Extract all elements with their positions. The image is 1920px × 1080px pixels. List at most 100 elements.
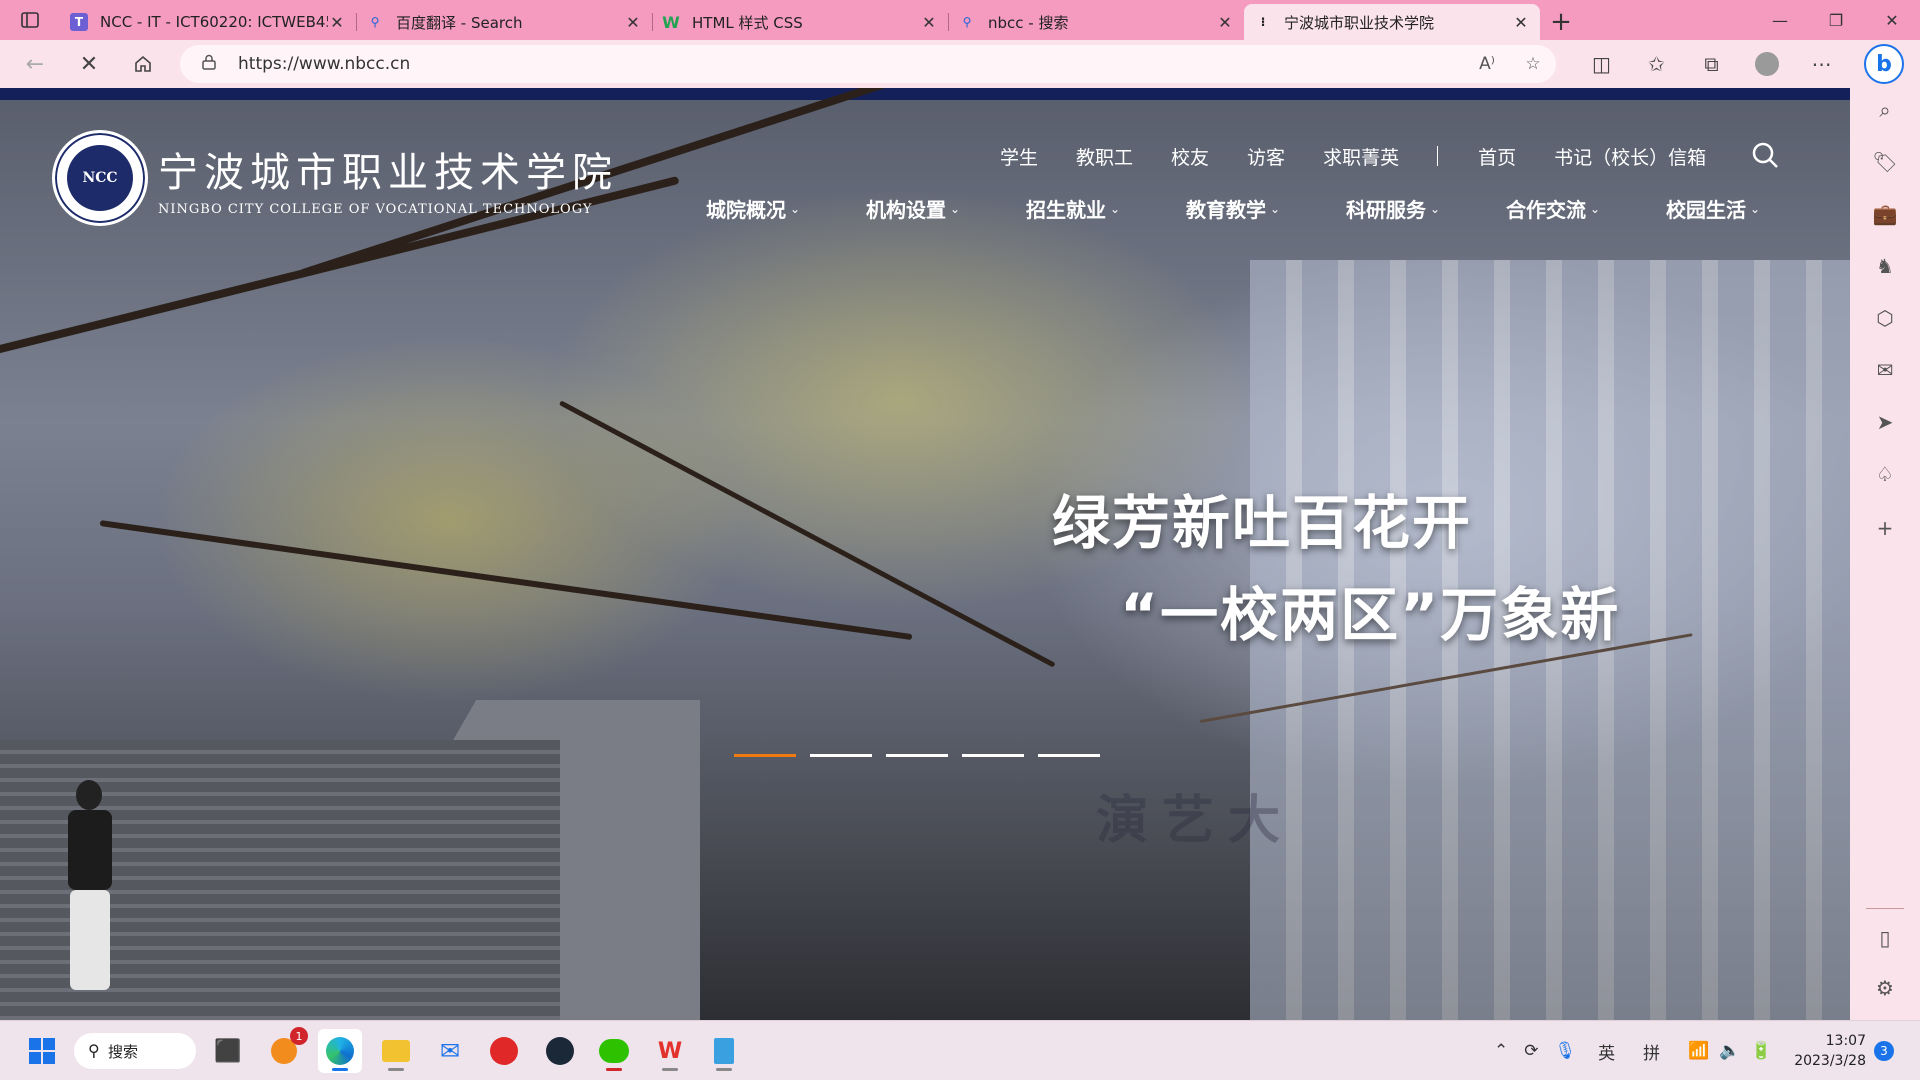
chevron-up-icon[interactable]: ⌃ — [1494, 1041, 1508, 1061]
search-icon: ⚲ — [962, 15, 972, 29]
tab-close-icon[interactable]: ✕ — [328, 13, 346, 32]
top-nav-item-alumni[interactable]: 校友 — [1171, 143, 1209, 170]
wifi-icon[interactable]: 📶 — [1688, 1041, 1709, 1061]
tab-close-icon[interactable]: ✕ — [1512, 13, 1530, 32]
home-button[interactable] — [116, 40, 170, 88]
tab-title: 宁波城市职业技术学院 — [1284, 13, 1435, 32]
browser-tab[interactable]: T NCC - IT - ICT60220: ICTWEB452 ✕ — [60, 4, 356, 40]
browser-tab-active[interactable]: ⁝ 宁波城市职业技术学院 ✕ — [1244, 4, 1540, 40]
hero-slogan-line2: “一校两区”万象新 — [1120, 581, 1621, 649]
close-window-button[interactable]: ✕ — [1864, 0, 1920, 40]
drop-icon[interactable]: ♤ — [1850, 452, 1920, 496]
taskbar-wps[interactable]: W — [648, 1029, 692, 1073]
notification-badge: 1 — [290, 1027, 308, 1045]
tools-briefcase-icon[interactable]: 💼 — [1850, 192, 1920, 236]
taskbar-notepad[interactable] — [702, 1029, 746, 1073]
browser-tab[interactable]: W HTML 样式 CSS ✕ — [652, 4, 948, 40]
main-nav-label: 合作交流 — [1506, 198, 1586, 222]
main-nav-label: 机构设置 — [866, 198, 946, 222]
taskbar-mail[interactable]: ✉ — [428, 1029, 472, 1073]
sidebar-divider — [1866, 908, 1904, 909]
main-nav-item-research[interactable]: 科研服务 ⌄ — [1346, 194, 1506, 223]
microsoft-365-icon[interactable]: ⬡ — [1850, 296, 1920, 340]
add-sidebar-app-icon[interactable]: + — [1850, 506, 1920, 550]
lock-icon[interactable] — [202, 54, 220, 74]
carousel-dot-1[interactable] — [734, 754, 796, 757]
add-favorite-icon[interactable]: ☆ — [1510, 54, 1556, 74]
hero-banner-image[interactable] — [0, 88, 1850, 1020]
url-text[interactable]: https://www.nbcc.cn — [238, 54, 1464, 74]
outlook-icon[interactable]: ✉ — [1850, 348, 1920, 392]
loading-icon: ⁝ — [1260, 15, 1266, 29]
carousel-dot-3[interactable] — [886, 754, 948, 757]
sync-icon[interactable]: ⟳ — [1524, 1041, 1538, 1061]
top-nav-item-home[interactable]: 首页 — [1478, 143, 1516, 170]
bing-chat-button[interactable]: b — [1864, 44, 1904, 84]
collections-icon[interactable]: ⧉ — [1684, 40, 1739, 88]
favorites-icon[interactable]: ✩ — [1629, 40, 1684, 88]
ime-mode[interactable]: 拼 — [1643, 1039, 1660, 1064]
taskbar-clock[interactable]: 13:07 2023/3/28 — [1794, 1031, 1866, 1071]
college-logo[interactable]: NCC 宁波城市职业技术学院 NINGBO CITY COLLEGE OF VO… — [52, 130, 618, 226]
profile-button[interactable] — [1739, 40, 1794, 88]
start-button[interactable] — [20, 1029, 64, 1073]
taskbar-edge[interactable] — [318, 1029, 362, 1073]
carousel-dot-5[interactable] — [1038, 754, 1100, 757]
read-aloud-icon[interactable]: A⁾ — [1464, 54, 1510, 74]
active-indicator — [332, 1068, 348, 1071]
browser-tab[interactable]: ⚲ 百度翻译 - Search ✕ — [356, 4, 652, 40]
running-indicator — [388, 1068, 404, 1071]
split-screen-icon[interactable]: ◫ — [1574, 40, 1629, 88]
task-view-button[interactable]: ⬛ — [206, 1029, 250, 1073]
new-tab-button[interactable]: + — [1540, 4, 1582, 40]
stop-loading-button[interactable]: ✕ — [62, 40, 116, 88]
battery-icon[interactable]: 🔋 — [1750, 1041, 1771, 1061]
send-icon[interactable]: ➤ — [1850, 400, 1920, 444]
settings-gear-icon[interactable]: ⚙ — [1850, 966, 1920, 1010]
taskbar-wechat[interactable] — [592, 1029, 636, 1073]
tree-branch — [558, 400, 1056, 668]
tab-close-icon[interactable]: ✕ — [920, 13, 938, 32]
taskbar-search-button[interactable]: ⚲ 搜索 — [74, 1033, 196, 1069]
college-name-cn: 宁波城市职业技术学院 — [158, 149, 618, 196]
top-nav-item-staff[interactable]: 教职工 — [1076, 143, 1133, 170]
top-nav-item-students[interactable]: 学生 — [1000, 143, 1038, 170]
carousel-dot-4[interactable] — [962, 754, 1024, 757]
running-indicator — [716, 1068, 732, 1071]
top-nav-item-visitors[interactable]: 访客 — [1247, 143, 1285, 170]
chevron-down-icon: ⌄ — [950, 201, 961, 216]
volume-icon[interactable]: 🔈 — [1719, 1041, 1740, 1061]
tab-close-icon[interactable]: ✕ — [1216, 13, 1234, 32]
games-icon[interactable]: ♞ — [1850, 244, 1920, 288]
main-nav-label: 教育教学 — [1186, 198, 1266, 222]
taskbar-app-orange[interactable]: 1 — [262, 1027, 308, 1073]
top-nav-item-mailbox[interactable]: 书记（校长）信箱 — [1554, 143, 1706, 170]
carousel-dot-2[interactable] — [810, 754, 872, 757]
restore-button[interactable]: ❐ — [1808, 0, 1864, 40]
address-bar[interactable]: https://www.nbcc.cn A⁾ ☆ — [180, 45, 1556, 83]
microphone-icon[interactable]: 🎙 — [1555, 1041, 1577, 1061]
main-nav-item-education[interactable]: 教育教学 ⌄ — [1186, 194, 1346, 223]
taskbar-file-explorer[interactable] — [374, 1029, 418, 1073]
shopping-tag-icon[interactable]: 🏷 — [1850, 140, 1920, 184]
main-nav-item-overview[interactable]: 城院概况 ⌄ — [706, 194, 866, 223]
more-menu-icon[interactable]: ⋯ — [1794, 40, 1849, 88]
taskbar-netease-music[interactable] — [482, 1029, 526, 1073]
site-search-icon[interactable] — [1750, 140, 1780, 170]
taskbar-steam[interactable] — [538, 1029, 582, 1073]
tab-close-icon[interactable]: ✕ — [624, 13, 642, 32]
minimize-button[interactable]: — — [1752, 0, 1808, 40]
back-button[interactable]: ← — [8, 40, 62, 88]
top-nav-item-careers[interactable]: 求职菁英 — [1323, 143, 1399, 170]
browser-tab[interactable]: ⚲ nbcc - 搜索 ✕ — [948, 4, 1244, 40]
main-nav-item-admissions[interactable]: 招生就业 ⌄ — [1026, 194, 1186, 223]
running-indicator — [606, 1068, 622, 1071]
ime-language[interactable]: 英 — [1598, 1039, 1615, 1064]
main-nav-item-departments[interactable]: 机构设置 ⌄ — [866, 194, 1026, 223]
tab-actions-button[interactable] — [0, 0, 60, 40]
main-nav-item-cooperation[interactable]: 合作交流 ⌄ — [1506, 194, 1666, 223]
notification-count-badge[interactable]: 3 — [1874, 1041, 1894, 1061]
hide-sidebar-icon[interactable]: ▯ — [1850, 916, 1920, 960]
main-nav-item-campus-life[interactable]: 校园生活 ⌄ — [1666, 194, 1826, 223]
search-icon[interactable]: ⌕ — [1850, 88, 1920, 132]
